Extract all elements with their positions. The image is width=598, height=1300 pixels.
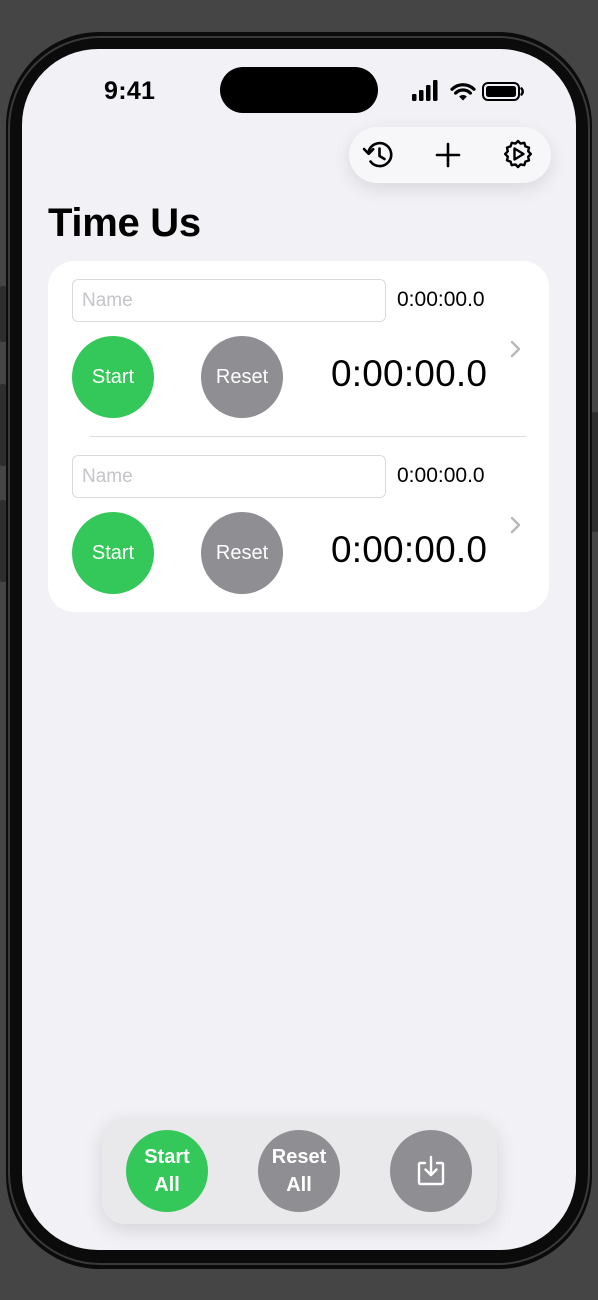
- side-button: [0, 286, 6, 342]
- add-timer-button[interactable]: [428, 135, 468, 175]
- bottom-action-bar: Start All Reset All: [102, 1118, 497, 1224]
- reset-all-label-line2: All: [286, 1174, 312, 1196]
- reset-button[interactable]: Reset: [201, 512, 283, 594]
- start-all-button[interactable]: Start All: [126, 1130, 208, 1212]
- reset-all-button[interactable]: Reset All: [258, 1130, 340, 1212]
- export-button[interactable]: [390, 1130, 472, 1212]
- elapsed-time: 0:00:00.0: [331, 529, 488, 570]
- history-button[interactable]: [359, 135, 399, 175]
- dynamic-island: [220, 67, 378, 113]
- lap-time: 0:00:00.0: [397, 288, 485, 311]
- signal-icon: [412, 80, 438, 101]
- power-button: [592, 412, 598, 532]
- start-all-label-line2: All: [154, 1174, 180, 1196]
- settings-button[interactable]: [498, 135, 538, 175]
- gear-play-icon: [504, 139, 532, 169]
- start-button[interactable]: Start: [72, 336, 154, 418]
- timer-row: 0:00:00.0 Start Reset 0:00:00.0: [48, 437, 549, 597]
- chevron-right-icon[interactable]: [508, 513, 524, 537]
- reset-all-label-line1: Reset: [271, 1146, 327, 1168]
- history-icon: [362, 141, 393, 168]
- battery-icon: [482, 82, 524, 101]
- download-tray-icon: [417, 1155, 445, 1186]
- timers-card: 0:00:00.0 Start Reset 0:00:00.0 0:00:00.…: [48, 261, 549, 612]
- plus-icon: [435, 142, 461, 168]
- status-icons: [412, 80, 524, 101]
- wifi-icon: [450, 83, 476, 101]
- toolbar: [349, 127, 551, 183]
- chevron-right-icon[interactable]: [508, 337, 524, 361]
- timer-row: 0:00:00.0 Start Reset 0:00:00.0: [48, 261, 549, 421]
- elapsed-time: 0:00:00.0: [331, 353, 488, 394]
- page-title: Time Us: [48, 201, 201, 245]
- lap-time: 0:00:00.0: [397, 464, 485, 487]
- timer-name-input[interactable]: [72, 455, 386, 498]
- volume-down-button: [0, 500, 6, 582]
- status-time: 9:41: [104, 77, 156, 105]
- start-button[interactable]: Start: [72, 512, 154, 594]
- reset-button[interactable]: Reset: [201, 336, 283, 418]
- app-screen: 9:41 Time Us Name 0:00:00.0 Start Reset …: [22, 49, 576, 1250]
- start-all-label-line1: Start: [144, 1146, 190, 1168]
- timer-name-input[interactable]: [72, 279, 386, 322]
- volume-up-button: [0, 384, 6, 466]
